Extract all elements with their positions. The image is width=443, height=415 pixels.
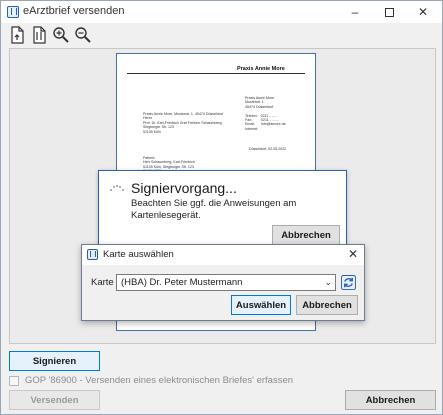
card-cancel-button[interactable]: Abbrechen bbox=[296, 295, 358, 315]
letter-date: Düsseldorf, 02.05.2022 bbox=[249, 147, 287, 151]
minimize-button[interactable]: – bbox=[338, 1, 372, 23]
gop-checkbox-row[interactable]: GOP '86900 - Versenden eines elektronisc… bbox=[9, 375, 293, 386]
sign-button[interactable]: Signieren bbox=[9, 351, 100, 371]
recipient-address: Praxis Annie More, Musterstr. 1, 45474 D… bbox=[143, 112, 224, 134]
zoom-out-icon bbox=[75, 27, 91, 43]
export-document-button[interactable] bbox=[7, 25, 27, 45]
maximize-icon bbox=[384, 7, 394, 17]
refresh-button[interactable] bbox=[340, 274, 357, 291]
chevron-down-icon: ⌄ bbox=[324, 277, 332, 287]
maximize-button[interactable] bbox=[372, 1, 406, 23]
card-dropdown[interactable]: (HBA) Dr. Peter Mustermann ⌄ bbox=[116, 274, 336, 291]
close-button[interactable]: ✕ bbox=[406, 1, 440, 23]
send-button[interactable]: Versenden bbox=[9, 390, 100, 410]
card-dialog-titlebar: Karte auswählen ✕ bbox=[82, 245, 364, 265]
signing-dialog: Signiervorgang... Beachten Sie ggf. die … bbox=[98, 170, 347, 248]
signing-message: Beachten Sie ggf. die Anweisungen am Kar… bbox=[131, 198, 297, 221]
zoom-in-icon bbox=[53, 27, 69, 43]
app-icon bbox=[7, 6, 19, 18]
card-dialog-title: Karte auswählen bbox=[103, 249, 174, 260]
import-document-button[interactable] bbox=[29, 25, 49, 45]
header-rule bbox=[127, 73, 305, 74]
card-dropdown-value: (HBA) Dr. Peter Mustermann bbox=[121, 277, 243, 288]
title-bar: eArztbrief versenden – ✕ bbox=[1, 1, 442, 23]
cancel-button[interactable]: Abbrechen bbox=[345, 390, 436, 410]
import-document-icon bbox=[33, 26, 46, 44]
export-document-icon bbox=[11, 26, 24, 44]
card-dialog-close-button[interactable]: ✕ bbox=[348, 247, 358, 261]
card-dialog-app-icon bbox=[87, 249, 98, 260]
spinner-icon bbox=[110, 183, 124, 193]
zoom-in-button[interactable] bbox=[51, 25, 71, 45]
toolbar bbox=[1, 23, 442, 47]
signing-title: Signiervorgang... bbox=[131, 180, 237, 196]
main-window: eArztbrief versenden – ✕ Praxis Annie Mo… bbox=[0, 0, 443, 415]
window-title: eArztbrief versenden bbox=[23, 5, 125, 17]
signing-cancel-button[interactable]: Abbrechen bbox=[272, 225, 340, 245]
gop-checkbox-label: GOP '86900 - Versenden eines elektronisc… bbox=[25, 375, 294, 386]
document-header: Praxis Annie More bbox=[237, 66, 285, 72]
card-select-dialog: Karte auswählen ✕ Karte (HBA) Dr. Peter … bbox=[81, 244, 365, 321]
refresh-icon bbox=[341, 275, 356, 290]
card-field-label: Karte bbox=[91, 277, 114, 288]
zoom-out-button[interactable] bbox=[73, 25, 93, 45]
gop-checkbox[interactable] bbox=[9, 375, 19, 386]
sender-contact: Praxis Annie More Musterstr. 1 45474 Düs… bbox=[245, 96, 286, 131]
select-card-button[interactable]: Auswählen bbox=[231, 295, 291, 315]
